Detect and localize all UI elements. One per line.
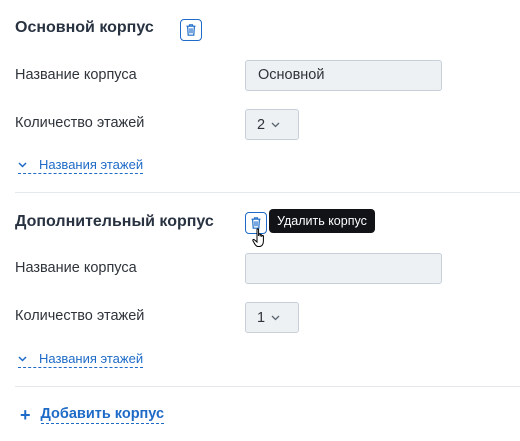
building-title: Основной корпус [15, 19, 154, 36]
trash-icon [186, 24, 196, 36]
hand-cursor-icon [252, 228, 264, 247]
building-name-label: Название корпуса [15, 67, 137, 83]
delete-tooltip: Удалить корпус [269, 209, 375, 233]
plus-icon: + [20, 405, 31, 425]
building-section-main: Основной корпус Название корпуса Основно… [0, 0, 520, 192]
chevron-down-icon [18, 355, 27, 362]
section-divider [15, 386, 520, 387]
building-name-input[interactable]: Основной [245, 60, 442, 91]
chevron-down-icon [271, 315, 280, 320]
chevron-down-icon [18, 161, 27, 168]
add-building-label: Добавить корпус [40, 406, 165, 424]
floor-names-toggle[interactable]: Названия этажей [18, 351, 144, 368]
building-name-input[interactable] [245, 253, 442, 284]
floor-names-label: Названия этажей [39, 351, 144, 366]
delete-building-button[interactable] [180, 19, 202, 41]
floor-names-label: Названия этажей [39, 157, 144, 172]
floor-count-value: 2 [257, 116, 266, 133]
chevron-down-icon [271, 122, 280, 127]
floor-count-value: 1 [257, 309, 266, 326]
add-building-button[interactable]: + Добавить корпус [20, 405, 165, 425]
building-title: Дополнительный корпус [15, 213, 214, 230]
floor-count-select[interactable]: 1 [245, 302, 299, 333]
floor-count-label: Количество этажей [15, 308, 145, 324]
building-section-additional: Дополнительный корпус Название корпуса К… [0, 193, 520, 386]
building-name-label: Название корпуса [15, 260, 137, 276]
floor-count-select[interactable]: 2 [245, 109, 299, 140]
floor-names-toggle[interactable]: Названия этажей [18, 157, 144, 174]
floor-count-label: Количество этажей [15, 115, 145, 131]
